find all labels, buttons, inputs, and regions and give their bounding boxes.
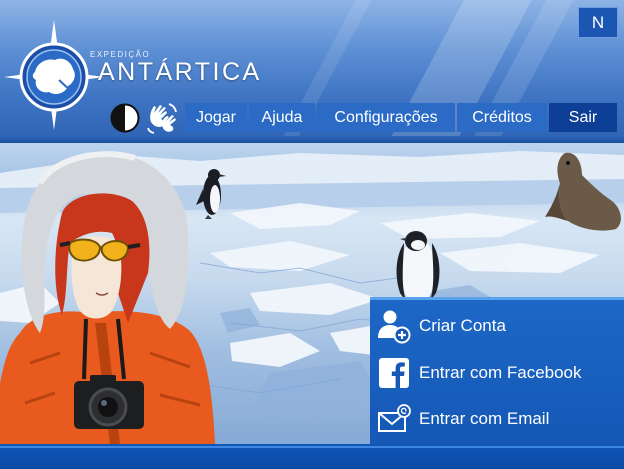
nav-creditos[interactable]: Créditos [457, 103, 547, 132]
contrast-icon[interactable] [110, 103, 140, 133]
email-login-button[interactable]: Entrar com Email [370, 399, 624, 439]
create-account-label: Criar Conta [419, 316, 506, 335]
facebook-login-label: Entrar com Facebook [419, 363, 582, 382]
account-panel: Criar Conta Entrar com Facebook Entrar c… [370, 297, 624, 445]
compass-logo-icon [4, 20, 104, 130]
nav-jogar[interactable]: Jogar [185, 103, 247, 132]
nav-sair[interactable]: Sair [549, 103, 617, 132]
nav-configuracoes[interactable]: Configurações [317, 103, 455, 132]
footer-divider [0, 446, 624, 448]
email-login-label: Entrar com Email [419, 409, 550, 428]
facebook-icon [379, 358, 409, 388]
brand-title: ANTÁRTICA [98, 58, 262, 86]
header: EXPEDIÇÃO ANTÁRTICA N Jogar Ajuda Config… [0, 0, 624, 143]
main-nav: Jogar Ajuda Configurações Créditos Sair [185, 103, 617, 132]
add-user-icon [378, 310, 411, 344]
nav-ajuda[interactable]: Ajuda [249, 103, 315, 132]
language-button[interactable]: N [578, 7, 618, 38]
email-icon [378, 404, 411, 432]
create-account-button[interactable]: Criar Conta [370, 306, 624, 346]
facebook-login-button[interactable]: Entrar com Facebook [370, 353, 624, 393]
sign-language-icon[interactable] [145, 100, 181, 134]
header-divider [0, 136, 624, 143]
